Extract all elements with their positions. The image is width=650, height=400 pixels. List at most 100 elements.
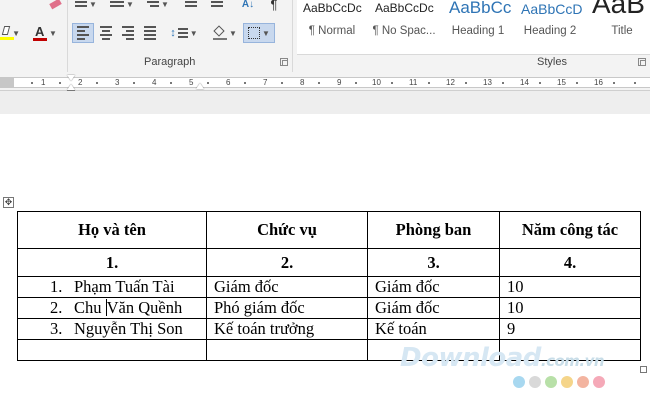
numbering-cell[interactable]: 1. [17,248,207,277]
chevron-down-icon[interactable]: ▼ [190,29,198,38]
show-hide-marks-button[interactable]: ¶ [264,0,284,14]
numbering-cell[interactable]: 2. [206,248,368,277]
years-cell[interactable]: 10 [499,297,641,319]
bullets-button[interactable]: ▼ [72,0,100,14]
ruler-tick [355,82,357,84]
chevron-down-icon[interactable]: ▼ [126,0,134,9]
position-cell[interactable]: Kế toán trưởng [206,318,368,340]
ruler-number: 2 [78,78,83,87]
ruler-tick [428,82,430,84]
style-heading-2[interactable]: AaBbCcD Heading 2 [515,0,585,50]
horizontal-ruler[interactable]: 1 2 3 4 5 6 7 8 9 10 11 12 13 14 15 16 [0,75,650,94]
ruler-number: 1 [41,78,46,87]
chevron-down-icon[interactable]: ▼ [89,0,97,9]
decrease-indent-button[interactable] [180,0,202,14]
watermark-dot [513,376,525,388]
header-cell-position[interactable]: Chức vụ [206,211,368,249]
row-number: 2. [50,298,63,317]
increase-indent-button[interactable] [206,0,228,14]
ruler-number: 5 [189,78,194,87]
align-center-button[interactable] [95,23,117,43]
style-normal[interactable]: AaBbCcDc ¶ Normal [297,0,367,50]
numbering-button[interactable]: ▼ [106,0,138,14]
chevron-down-icon[interactable]: ▼ [49,29,57,38]
table-move-handle-icon[interactable]: ✥ [3,197,14,208]
ruler-number: 3 [115,78,120,87]
ruler-margin [0,77,14,88]
align-left-icon [77,26,89,40]
ruler-tick [576,82,578,84]
header-cell-years[interactable]: Năm công tác [499,211,641,249]
chevron-down-icon[interactable]: ▼ [229,29,237,38]
ruler-number: 15 [557,78,566,87]
styles-gallery: AaBbCcDc ¶ Normal AaBbCcDc ¶ No Spac... … [297,0,650,55]
watermark-dots [513,376,605,388]
table-row: 1. Phạm Tuấn Tài Giám đốc Giám đốc 10 [17,276,641,298]
data-table[interactable]: Họ và tên Chức vụ Phòng ban Năm công tác… [17,211,641,361]
ruler-track: 1 2 3 4 5 6 7 8 9 10 11 12 13 14 15 16 [14,77,650,88]
ruler-tick [539,82,541,84]
highlight-color-button[interactable]: ▼ [0,23,20,43]
position-cell[interactable]: Giám đốc [206,276,368,298]
header-cell-department[interactable]: Phòng ban [367,211,500,249]
borders-button[interactable]: ▼ [243,23,275,43]
numbering-icon [110,1,125,7]
eraser-icon [48,0,62,10]
ruler-number: 16 [594,78,603,87]
position-cell[interactable]: Phó giám đốc [206,297,368,319]
table-numbering-row: 1. 2. 3. 4. [17,248,641,277]
decrease-indent-icon [185,1,197,7]
department-cell[interactable]: Giám đốc [367,297,500,319]
line-spacing-button[interactable]: ↕ ▼ [168,23,200,43]
highlighter-icon [0,26,14,40]
watermark-dot [529,376,541,388]
ruler-number: 6 [226,78,231,87]
row-number: 1. [50,277,63,296]
clear-formatting-button[interactable] [44,0,66,14]
paragraph-dialog-launcher-icon[interactable] [280,58,288,66]
empty-cell[interactable] [206,339,368,361]
header-cell-name[interactable]: Họ và tên [17,211,207,249]
style-title[interactable]: AaB Title [587,0,650,50]
numbering-cell[interactable]: 4. [499,248,641,277]
numbering-cell[interactable]: 3. [367,248,500,277]
ruler-number: 9 [337,78,342,87]
watermark-dot [561,376,573,388]
group-separator [67,0,68,72]
name-cell[interactable]: 3. Nguyễn Thị Son [17,318,207,340]
page-top-margin-area [0,91,650,114]
align-left-button[interactable] [72,23,94,43]
years-cell[interactable]: 10 [499,276,641,298]
chevron-down-icon[interactable]: ▼ [161,0,169,9]
ruler-number: 11 [409,78,418,87]
styles-dialog-launcher-icon[interactable] [638,58,646,66]
increase-indent-icon [211,1,223,7]
align-right-button[interactable] [117,23,139,43]
first-line-indent-marker[interactable] [67,75,75,81]
justify-icon [144,26,156,40]
chevron-down-icon[interactable]: ▼ [262,29,270,38]
row-number: 3. [50,319,63,338]
ruler-tick [59,82,61,84]
name-cell[interactable]: 1. Phạm Tuấn Tài [17,276,207,298]
shading-button[interactable]: ▼ [210,23,240,43]
department-cell[interactable]: Kế toán [367,318,500,340]
column-marker[interactable] [196,83,204,89]
line-spacing-icon: ↕ [170,27,176,39]
justify-button[interactable] [139,23,161,43]
sort-button[interactable]: A↓ [238,0,258,14]
style-heading-1[interactable]: AaBbCc Heading 1 [443,0,513,50]
table-header-row: Họ và tên Chức vụ Phòng ban Năm công tác [17,211,641,249]
ruler-tick [465,82,467,84]
years-cell[interactable]: 9 [499,318,641,340]
font-color-button[interactable]: A ▼ [30,23,60,43]
style-no-spacing[interactable]: AaBbCcDc ¶ No Spac... [369,0,439,50]
table-resize-handle[interactable] [640,366,647,373]
ruler-number: 10 [372,78,381,87]
empty-cell[interactable] [17,339,207,361]
multilevel-list-button[interactable]: ▼ [144,0,172,14]
department-cell[interactable]: Giám đốc [367,276,500,298]
align-right-icon [122,26,134,40]
name-cell[interactable]: 2. Chu Văn Quềnh [17,297,207,319]
ruler-tick [170,82,172,84]
